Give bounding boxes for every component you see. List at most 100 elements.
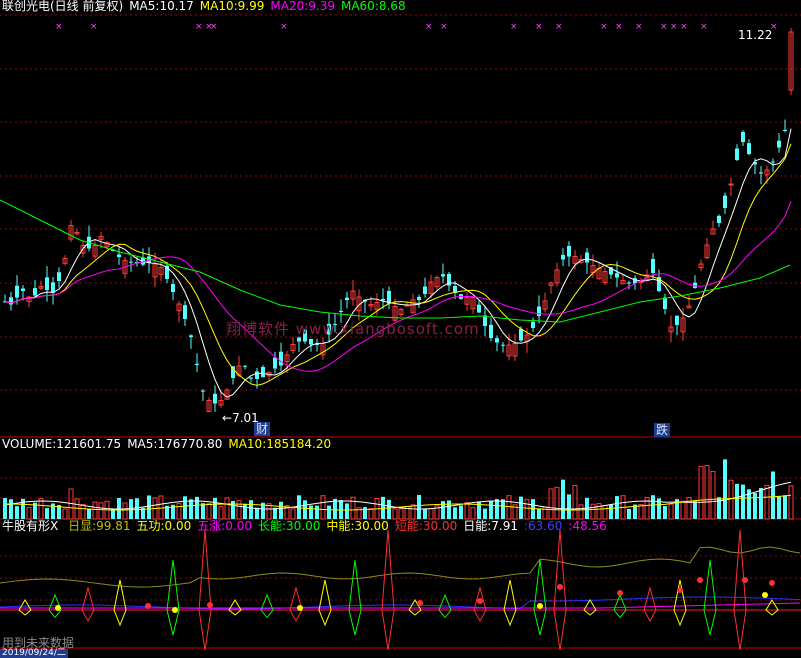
volume-bar (249, 500, 253, 519)
signal-die: 跌 (654, 423, 671, 437)
volume-ma10-value: 185184.20 (266, 437, 332, 451)
volume-bar (350, 496, 356, 520)
volume-bar (345, 503, 349, 519)
candle-body (117, 254, 121, 257)
volume-bar (777, 496, 781, 519)
volume-bar (218, 506, 224, 520)
candle-body (495, 338, 499, 343)
candle-body (615, 273, 619, 278)
candle-body (783, 129, 787, 131)
candle-body (129, 261, 133, 263)
candle-body (771, 161, 775, 163)
candle-body (567, 245, 571, 257)
volume-bar (698, 466, 704, 520)
volume-bar (273, 507, 277, 519)
indicator-item-label: 中能: (326, 519, 355, 533)
volume-bar (764, 484, 770, 520)
volume-bar (572, 485, 578, 520)
volume-bar (668, 503, 674, 520)
volume-bar (320, 495, 326, 520)
volume-bar (26, 507, 32, 520)
volume-bar (495, 499, 499, 519)
top-signal-mark: × (635, 22, 643, 32)
volume-bar (410, 504, 416, 520)
volume-bar (183, 496, 187, 519)
indicator-item-value: 63.60 (528, 519, 563, 533)
main-chart-header: 联创光电(日线 前复权) MA5:10.17 MA10:9.99 MA20:9.39 M… (2, 0, 406, 13)
indicator-spike (673, 579, 687, 627)
candle-body (249, 377, 253, 379)
candle-body (57, 272, 61, 281)
indicator-spike (289, 586, 303, 623)
volume-bar (213, 497, 217, 519)
volume-bar (788, 485, 794, 520)
volume-bar (554, 486, 560, 520)
top-signal-mark: × (535, 22, 543, 32)
indicator-name: 牛股有形X (2, 519, 59, 533)
volume-bar (15, 506, 19, 519)
indicator-dot (697, 577, 703, 583)
volume-bar (98, 502, 104, 520)
volume-bar (189, 499, 193, 519)
top-signal-mark: × (55, 22, 63, 32)
indicator-dot (477, 598, 483, 604)
volume-bar (122, 502, 128, 520)
volume-bar (609, 504, 613, 519)
volume-bar (483, 508, 487, 519)
candle-body (213, 393, 217, 404)
volume-bar (447, 500, 451, 519)
volume-bar (363, 507, 367, 519)
stock-title: 联创光电(日线 前复权) (2, 0, 124, 13)
indicator-dot (677, 587, 683, 593)
indicator-spike (765, 599, 779, 616)
volume-bar (501, 499, 505, 519)
candle-body (183, 305, 187, 319)
volume-bar (506, 495, 512, 520)
volume-bar (693, 501, 697, 519)
candle-body (279, 351, 283, 366)
volume-value: 121601.75 (56, 437, 122, 451)
volume-bar (627, 508, 631, 519)
volume-bar (561, 479, 565, 519)
indicator-spike (643, 586, 657, 623)
ma10-value: 9.99 (237, 0, 265, 13)
volume-bar (3, 498, 7, 519)
candle-body (201, 390, 205, 392)
top-signal-mark: × (510, 22, 518, 32)
volume-bar (398, 508, 404, 520)
indicator-item-value: 99.81 (96, 519, 131, 533)
top-signal-mark: × (90, 22, 98, 32)
high-price-label: 11.22 (738, 28, 773, 42)
volume-header: VOLUME:121601.75 MA5:176770.80 MA10:185184… (2, 437, 332, 451)
top-signal-mark: × (660, 22, 668, 32)
candle-body (675, 315, 679, 325)
volume-bar (392, 508, 398, 520)
candle-body (441, 274, 445, 277)
volume-bar (728, 479, 734, 520)
indicator-item-value: 30.00 (286, 519, 321, 533)
volume-bar (489, 501, 493, 519)
indicator-spike (381, 529, 395, 651)
volume-bar (753, 493, 757, 519)
volume-bar (87, 508, 91, 519)
watermark: 翔博软件 www.xiangbosoft.com (226, 320, 480, 338)
candle-body (723, 195, 727, 208)
volume-bar (129, 499, 133, 519)
indicator-header: 牛股有形X 日显:99.81 五功:0.00 五涨:0.00 长能:30.00 中能:3… (2, 519, 613, 533)
candle-body (15, 285, 19, 298)
top-signal-mark: × (670, 22, 678, 32)
volume-bar (759, 487, 763, 519)
volume-bar (387, 499, 391, 519)
volume-bar (735, 483, 739, 519)
candle-body (345, 297, 349, 300)
volume-bar (459, 505, 463, 519)
indicator-dot (55, 605, 61, 611)
indicator-dot (762, 592, 768, 598)
candle-body (417, 296, 421, 300)
candle-body (777, 140, 781, 148)
indicator-dot (557, 584, 563, 590)
top-signal-mark: × (600, 22, 608, 32)
volume-bar (80, 504, 86, 520)
volume-bar (224, 497, 230, 520)
volume-bar (663, 506, 667, 519)
